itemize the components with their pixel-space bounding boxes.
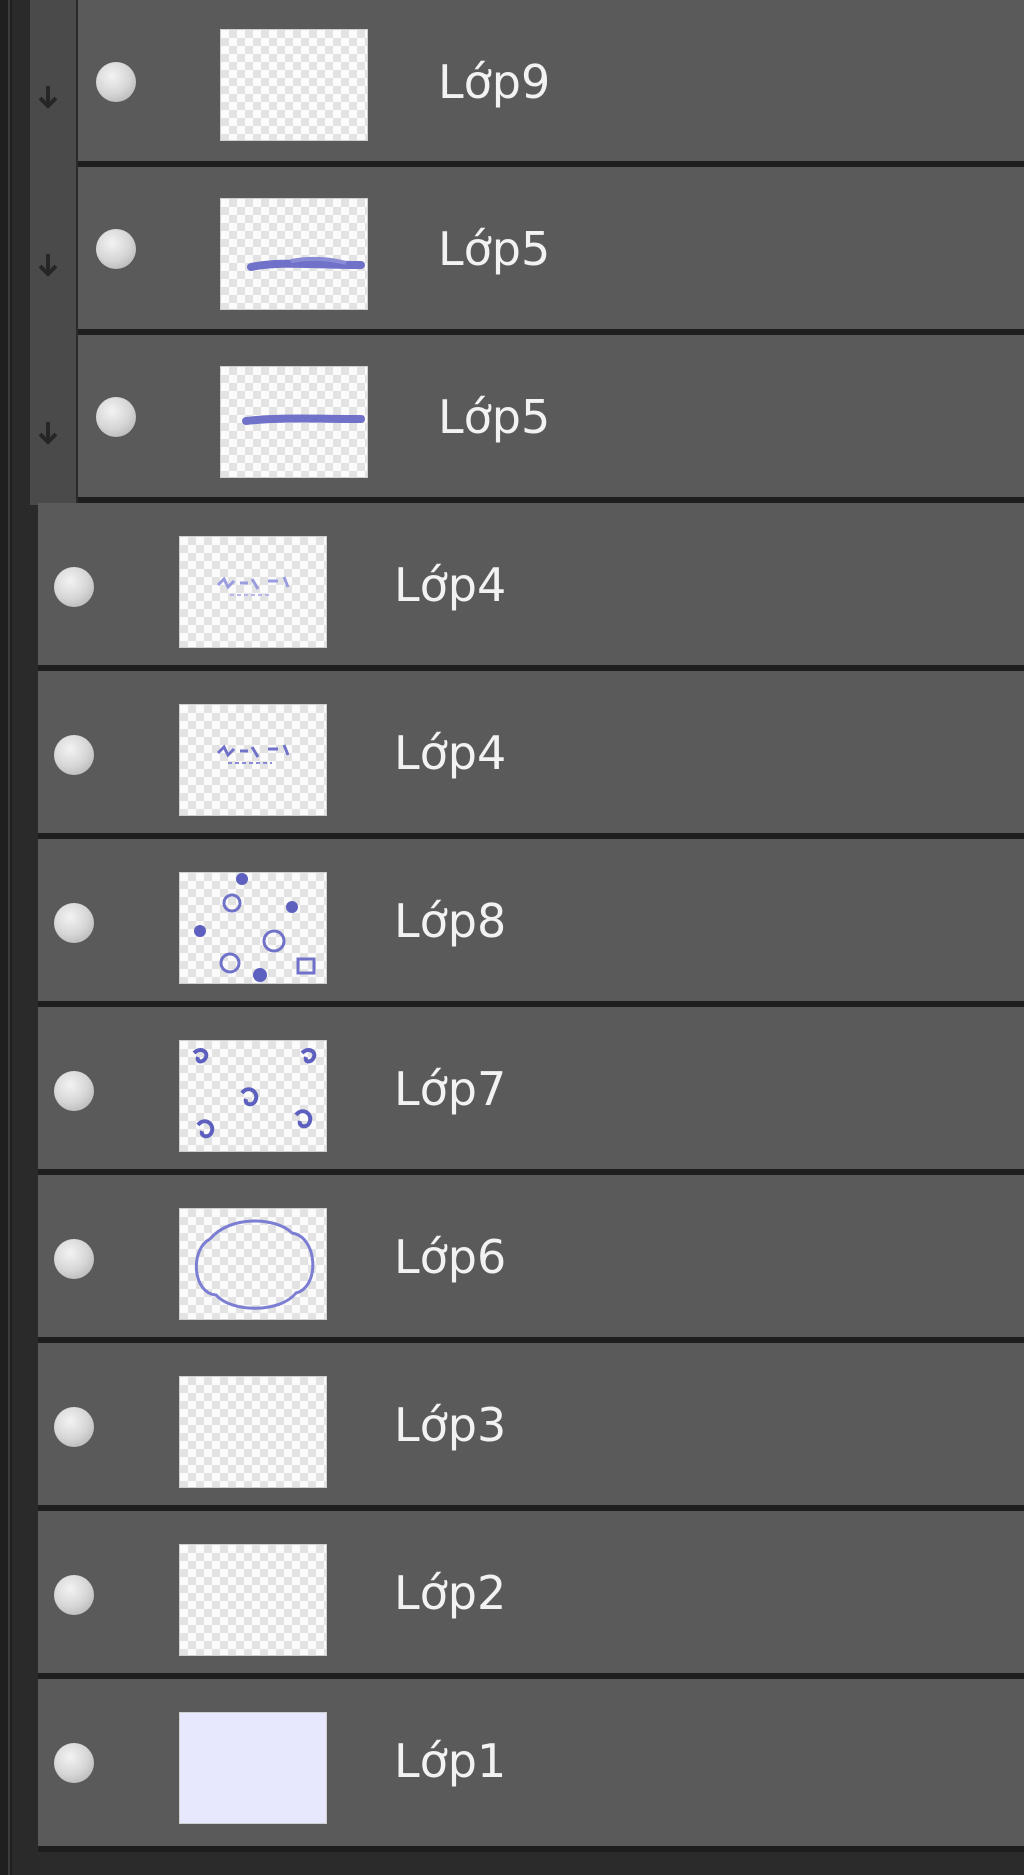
layer-thumbnail xyxy=(180,873,326,983)
layer-thumbnail xyxy=(180,537,326,647)
left-rail xyxy=(0,0,12,1875)
clipping-arrow-icon xyxy=(38,86,58,109)
layer-row[interactable]: Lớp8 xyxy=(38,839,1024,1007)
layer-thumbnail xyxy=(180,1545,326,1655)
layer-row[interactable]: Lớp4 xyxy=(38,671,1024,839)
layer-row[interactable]: Lớp7 xyxy=(38,1007,1024,1175)
layer-row[interactable]: Lớp9 xyxy=(78,0,1024,167)
visibility-toggle-icon[interactable] xyxy=(96,397,136,437)
visibility-toggle-icon[interactable] xyxy=(96,229,136,269)
visibility-toggle-icon[interactable] xyxy=(54,1407,94,1447)
layer-thumbnail xyxy=(180,1377,326,1487)
visibility-toggle-icon[interactable] xyxy=(54,1239,94,1279)
layer-thumbnail xyxy=(180,705,326,815)
visibility-toggle-icon[interactable] xyxy=(54,903,94,943)
layer-thumbnail xyxy=(221,30,367,140)
layer-name: Lớp5 xyxy=(438,222,551,276)
visibility-toggle-icon[interactable] xyxy=(54,735,94,775)
layer-name: Lớp1 xyxy=(394,1734,507,1788)
layer-name: Lớp4 xyxy=(394,558,507,612)
visibility-toggle-icon[interactable] xyxy=(54,1575,94,1615)
clipping-arrow-icon xyxy=(38,422,58,445)
rail-divider xyxy=(8,0,10,1875)
layer-thumbnail xyxy=(180,1209,326,1319)
visibility-toggle-icon[interactable] xyxy=(54,1743,94,1783)
layer-thumbnail xyxy=(180,1041,326,1151)
layer-row[interactable]: Lớp3 xyxy=(38,1343,1024,1511)
layer-row[interactable]: Lớp5 xyxy=(78,167,1024,335)
layer-row[interactable]: Lớp2 xyxy=(38,1511,1024,1679)
panel-bottom-edge xyxy=(38,1852,1024,1875)
layer-row[interactable]: Lớp4 xyxy=(38,503,1024,671)
layer-name: Lớp2 xyxy=(394,1566,507,1620)
layer-thumbnail xyxy=(221,199,367,309)
layer-name: Lớp4 xyxy=(394,726,507,780)
visibility-toggle-icon[interactable] xyxy=(96,62,136,102)
layer-name: Lớp9 xyxy=(438,55,551,109)
layer-row[interactable]: Lớp6 xyxy=(38,1175,1024,1343)
layer-thumbnail xyxy=(221,367,367,477)
layer-name: Lớp5 xyxy=(438,390,551,444)
layer-thumbnail xyxy=(180,1713,326,1823)
visibility-toggle-icon[interactable] xyxy=(54,567,94,607)
layer-name: Lớp3 xyxy=(394,1398,507,1452)
layer-name: Lớp7 xyxy=(394,1062,507,1116)
layer-name: Lớp6 xyxy=(394,1230,507,1284)
layer-row[interactable]: Lớp5 xyxy=(78,335,1024,503)
clipping-arrow-icon xyxy=(38,254,58,277)
layer-name: Lớp8 xyxy=(394,894,507,948)
visibility-toggle-icon[interactable] xyxy=(54,1071,94,1111)
layer-row[interactable]: Lớp1 xyxy=(38,1679,1024,1852)
